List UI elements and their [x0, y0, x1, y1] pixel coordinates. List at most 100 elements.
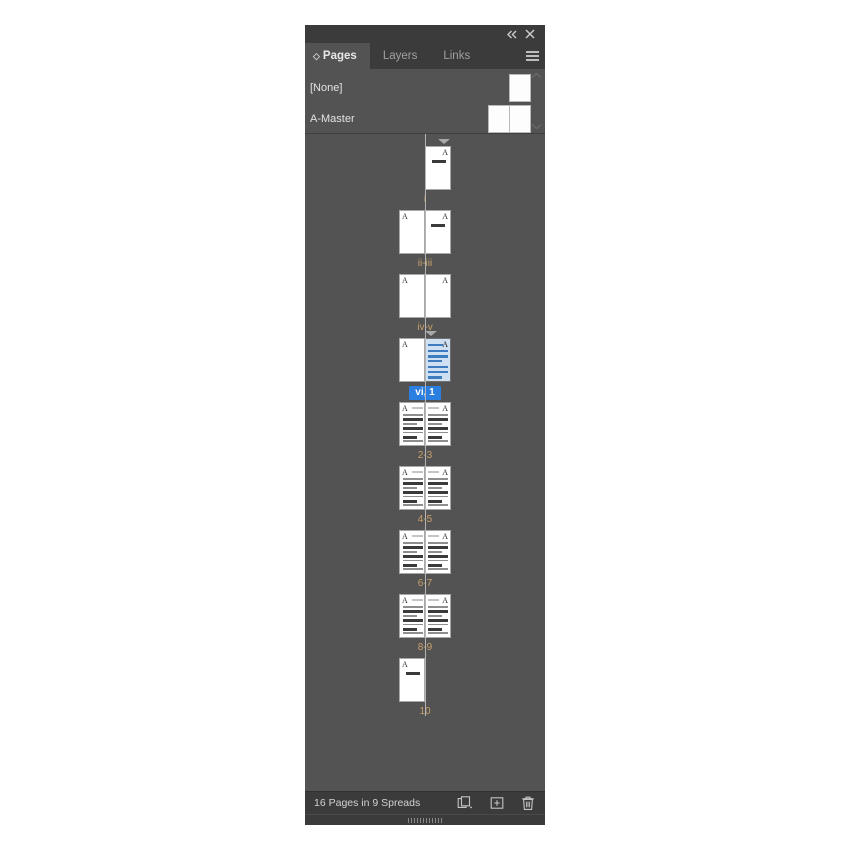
- master-item-a-master-label: A-Master: [310, 113, 355, 125]
- pages-panel: ◇ Pages Layers Links [None] A-Master A A…: [305, 25, 545, 825]
- master-letter-label: A: [402, 660, 408, 669]
- content-line: [431, 224, 445, 227]
- content-line: [403, 572, 423, 573]
- page-thumbnail[interactable]: A: [399, 658, 425, 702]
- new-spread-icon[interactable]: [457, 796, 473, 810]
- content-line: [432, 160, 446, 163]
- content-line: [403, 491, 423, 494]
- content-line: [428, 471, 439, 473]
- content-line: [406, 672, 420, 675]
- page-thumbnail[interactable]: A: [425, 530, 451, 574]
- content-line: [403, 508, 423, 509]
- content-line: [428, 546, 448, 549]
- content-line: [403, 422, 417, 425]
- content-line: [428, 564, 442, 567]
- content-line: [428, 376, 442, 379]
- page-thumbnail[interactable]: A: [399, 210, 425, 254]
- master-letter-label: A: [402, 468, 408, 477]
- masters-scroll-up-icon[interactable]: [531, 72, 542, 79]
- masters-scroll-down-icon[interactable]: [531, 123, 542, 130]
- content-line: [428, 568, 448, 571]
- hamburger-bars: [525, 49, 539, 64]
- content-line: [428, 422, 442, 425]
- content-line: [428, 636, 448, 637]
- page-thumbnail[interactable]: A: [425, 466, 451, 510]
- delete-page-icon[interactable]: [521, 796, 535, 811]
- tab-pages[interactable]: ◇ Pages: [305, 43, 370, 69]
- master-letter-label: A: [442, 532, 448, 541]
- page-thumbnail[interactable]: A: [425, 274, 451, 318]
- content-line: [428, 610, 448, 613]
- content-line: [403, 568, 423, 571]
- hamburger-menu-icon[interactable]: [519, 43, 545, 69]
- content-line: [403, 427, 423, 430]
- page-thumbnail-selected[interactable]: A: [425, 338, 451, 382]
- page-count-label: 16 Pages in 9 Spreads: [314, 797, 421, 809]
- content-line: [428, 508, 448, 509]
- new-page-icon[interactable]: [490, 796, 504, 810]
- content-line: [403, 444, 423, 445]
- content-line: [403, 619, 423, 622]
- tab-pages-label: Pages: [322, 50, 357, 62]
- master-letter-label: A: [402, 212, 408, 221]
- tab-drag-grip-icon: ◇: [313, 50, 320, 61]
- master-item-a-master[interactable]: A-Master: [305, 102, 545, 133]
- master-item-a-master-thumbs: [488, 105, 531, 133]
- master-page-thumb: [488, 105, 510, 133]
- content-line: [403, 632, 423, 635]
- page-thumbnail[interactable]: A: [425, 210, 451, 254]
- content-line: [428, 482, 448, 485]
- content-line: [428, 491, 448, 494]
- content-line: [428, 444, 448, 445]
- content-line: [428, 365, 448, 369]
- spread-thumbnails: A: [399, 658, 425, 702]
- content-line: [403, 504, 423, 507]
- page-thumbnail[interactable]: A: [425, 402, 451, 446]
- content-line: [428, 431, 448, 434]
- content-line: [428, 628, 442, 631]
- content-line: [403, 478, 423, 480]
- content-line: [403, 623, 423, 626]
- panel-resize-grip[interactable]: [305, 814, 545, 825]
- close-icon[interactable]: [521, 26, 539, 42]
- content-line: [428, 478, 448, 480]
- page-thumbnail[interactable]: A: [399, 466, 425, 510]
- content-line: [428, 614, 442, 617]
- content-line: [428, 550, 442, 553]
- content-line: [403, 482, 423, 485]
- master-letter-label: A: [402, 404, 408, 413]
- content-line: [403, 546, 423, 549]
- master-letter-label: A: [402, 532, 408, 541]
- content-line: [428, 606, 448, 608]
- master-page-thumb: [510, 105, 531, 133]
- tab-links[interactable]: Links: [430, 43, 484, 69]
- master-letter-label: A: [442, 212, 448, 221]
- page-thumbnail[interactable]: A: [399, 274, 425, 318]
- tab-layers-label: Layers: [382, 50, 418, 62]
- spread-spine-guide: [424, 134, 426, 716]
- content-line: [428, 623, 448, 626]
- tab-layers[interactable]: Layers: [369, 43, 431, 69]
- page-thumbnail[interactable]: A: [425, 594, 451, 638]
- pages-scroll-area[interactable]: AiAAii-iiiAAiv-vAAvi, 1AA2-3AA4-5AA6-7AA…: [305, 134, 545, 791]
- page-thumbnail[interactable]: A: [399, 338, 425, 382]
- master-item-none-label: [None]: [310, 82, 343, 94]
- page-thumbnail[interactable]: A: [425, 146, 451, 190]
- master-item-none[interactable]: [None]: [305, 71, 545, 102]
- content-line: [428, 504, 448, 507]
- page-thumbnail[interactable]: A: [399, 594, 425, 638]
- content-line: [428, 500, 442, 503]
- content-line: [428, 535, 439, 537]
- double-chevron-left-icon[interactable]: [503, 26, 521, 42]
- content-line: [403, 440, 423, 443]
- content-line: [412, 599, 423, 601]
- panel-tabbar: ◇ Pages Layers Links: [305, 43, 545, 69]
- page-thumbnail[interactable]: A: [399, 530, 425, 574]
- content-line: [428, 418, 448, 421]
- master-page-thumb: [509, 74, 531, 102]
- content-line: [428, 370, 448, 373]
- content-line: [403, 564, 417, 567]
- page-thumbnail[interactable]: A: [399, 402, 425, 446]
- content-line: [428, 572, 448, 573]
- content-line: [428, 599, 439, 601]
